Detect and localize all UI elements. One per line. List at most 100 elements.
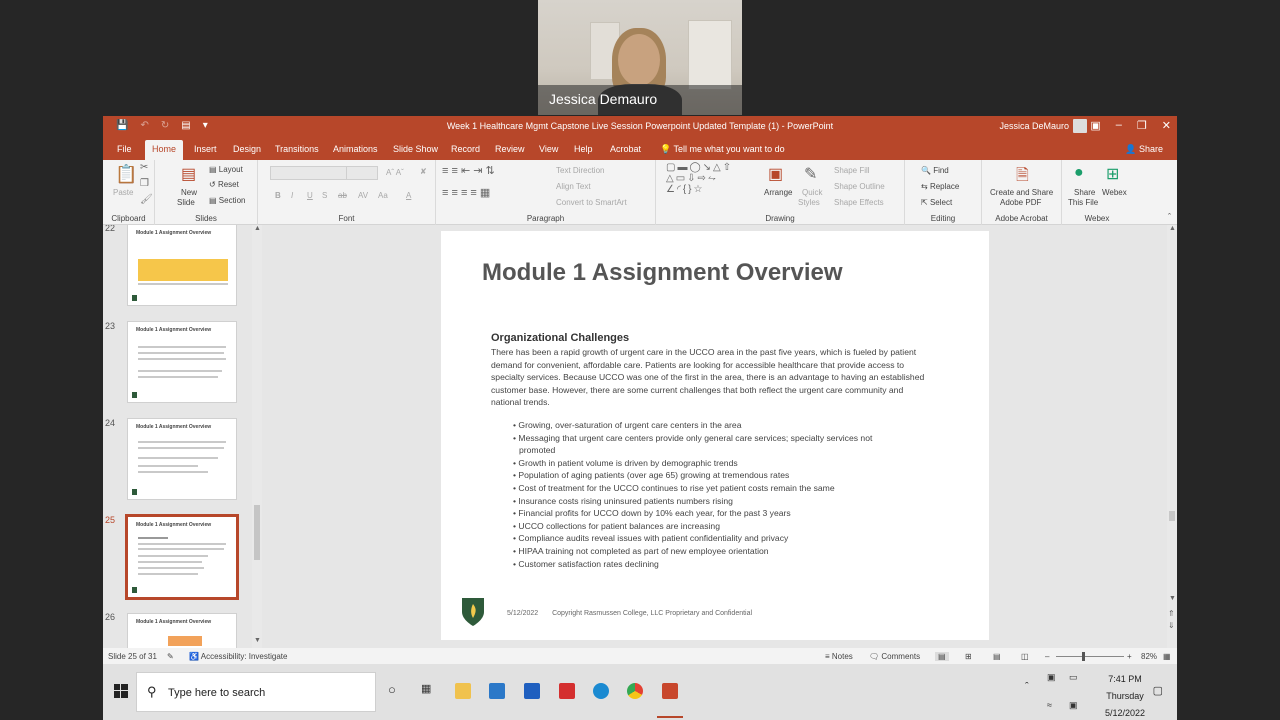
- zoom-level[interactable]: 82%: [1141, 652, 1157, 661]
- previous-slide-icon[interactable]: ⇑: [1168, 609, 1175, 618]
- strikethrough-button[interactable]: ab: [338, 191, 347, 200]
- text-direction-button[interactable]: Text Direction: [556, 166, 604, 175]
- taskbar-clock[interactable]: 7:41 PM Thursday 5/12/2022: [1105, 671, 1145, 720]
- arrange-button[interactable]: Arrange: [764, 188, 792, 197]
- tab-acrobat[interactable]: Acrobat: [610, 144, 641, 154]
- bold-button[interactable]: B: [275, 191, 281, 200]
- slide-thumbnail-24[interactable]: Module 1 Assignment Overview: [127, 418, 237, 500]
- system-tray-icon[interactable]: ▣: [1047, 672, 1056, 683]
- layout-button[interactable]: ▤ Layout: [209, 165, 243, 174]
- tab-design[interactable]: Design: [233, 144, 261, 154]
- edge-icon[interactable]: [593, 683, 609, 699]
- underline-button[interactable]: U: [307, 191, 313, 200]
- align-text-button[interactable]: Align Text: [556, 182, 591, 191]
- tab-insert[interactable]: Insert: [194, 144, 217, 154]
- copy-icon[interactable]: ❐: [140, 178, 149, 189]
- select-button[interactable]: ⇱ Select: [921, 198, 952, 207]
- windows-start-icon[interactable]: [114, 684, 128, 698]
- scroll-down-icon[interactable]: ▼: [254, 637, 261, 644]
- slide-paragraph[interactable]: There has been a rapid growth of urgent …: [491, 346, 935, 409]
- cortana-icon[interactable]: ○: [388, 682, 396, 697]
- slide-thumbnail-25-selected[interactable]: Module 1 Assignment Overview: [125, 514, 239, 600]
- new-slide-label-2[interactable]: Slide: [177, 198, 195, 207]
- paste-button[interactable]: Paste: [113, 188, 133, 197]
- scroll-up-icon[interactable]: ▲: [1169, 225, 1176, 232]
- slide-scrollbar[interactable]: ▲ ▼ ⇑ ⇓: [1167, 225, 1177, 648]
- battery-icon[interactable]: ▭: [1069, 672, 1078, 683]
- create-pdf-icon[interactable]: 🗎: [1016, 164, 1029, 191]
- accessibility-button[interactable]: ♿ Accessibility: Investigate: [189, 652, 287, 661]
- ribbon-display-icon[interactable]: ▣: [1090, 119, 1100, 132]
- account-name[interactable]: Jessica DeMauro: [999, 121, 1069, 131]
- close-icon[interactable]: ✕: [1162, 119, 1171, 132]
- minimize-icon[interactable]: –: [1116, 119, 1122, 132]
- current-slide[interactable]: Module 1 Assignment Overview Organizatio…: [441, 231, 989, 640]
- zoom-out-icon[interactable]: –: [1045, 652, 1049, 661]
- shapes-gallery-icon[interactable]: ▢▬◯↘△⇧ △▭⇩⇨⥊ ∠◜{}☆: [666, 162, 733, 195]
- char-spacing-button[interactable]: AV: [358, 191, 368, 200]
- thumbnail-scroll-thumb[interactable]: [254, 505, 260, 560]
- format-painter-icon[interactable]: 🖌: [140, 194, 153, 205]
- collapse-ribbon-icon[interactable]: ˆ: [1168, 212, 1171, 222]
- section-button[interactable]: ▤ Section: [209, 196, 245, 205]
- acrobat-icon[interactable]: [559, 683, 575, 699]
- quick-styles-label-1[interactable]: Quick: [802, 188, 822, 197]
- tab-view[interactable]: View: [539, 144, 558, 154]
- slide-thumbnail-23[interactable]: Module 1 Assignment Overview: [127, 321, 237, 403]
- bullets-icon[interactable]: ≡ ≡ ⇤ ⇥ ⇅: [442, 164, 495, 177]
- network-icon[interactable]: ≈: [1047, 700, 1052, 710]
- italic-button[interactable]: I: [291, 191, 293, 200]
- replace-button[interactable]: ⇆ Replace: [921, 182, 959, 191]
- shape-fill-button[interactable]: Shape Fill: [834, 166, 870, 175]
- font-size-box[interactable]: [346, 166, 378, 180]
- share-this-file-label-1[interactable]: Share: [1074, 188, 1095, 197]
- tab-home[interactable]: Home: [145, 140, 184, 160]
- zoom-in-icon[interactable]: +: [1127, 652, 1132, 661]
- webex-button[interactable]: Webex: [1102, 188, 1127, 197]
- reset-button[interactable]: ↺ Reset: [209, 180, 239, 189]
- slide-thumbnail-26[interactable]: Module 1 Assignment Overview: [127, 613, 237, 648]
- slide-sorter-icon[interactable]: ⊞: [965, 652, 972, 661]
- zoom-slider-thumb[interactable]: [1082, 652, 1085, 661]
- scroll-up-icon[interactable]: ▲: [254, 225, 261, 232]
- file-explorer-icon[interactable]: [455, 683, 471, 699]
- find-button[interactable]: 🔍 Find: [921, 166, 949, 175]
- clear-format-icon[interactable]: ✘: [420, 167, 427, 176]
- next-slide-icon[interactable]: ⇓: [1168, 621, 1175, 630]
- notes-button[interactable]: ≡ Notes: [825, 652, 853, 661]
- fit-to-window-icon[interactable]: ▦: [1163, 652, 1171, 661]
- change-case-button[interactable]: Aa: [378, 191, 388, 200]
- tab-slide-show[interactable]: Slide Show: [393, 144, 438, 154]
- show-hidden-icons[interactable]: ˆ: [1025, 681, 1029, 693]
- new-slide-icon[interactable]: ▤: [181, 164, 196, 184]
- tab-animations[interactable]: Animations: [333, 144, 378, 154]
- increase-font-icon[interactable]: Aˆ Aˇ: [386, 168, 404, 177]
- tab-file[interactable]: File: [117, 144, 132, 154]
- smartart-button[interactable]: Convert to SmartArt: [556, 198, 627, 207]
- tab-record[interactable]: Record: [451, 144, 480, 154]
- slide-subtitle[interactable]: Organizational Challenges: [491, 332, 629, 344]
- comments-button[interactable]: 🗨 Comments: [869, 652, 920, 661]
- slide-scroll-thumb[interactable]: [1169, 511, 1175, 521]
- tab-review[interactable]: Review: [495, 144, 525, 154]
- notifications-icon[interactable]: ▢: [1153, 684, 1163, 697]
- slide-thumbnail-pane[interactable]: 22 Module 1 Assignment Overview 23 Modul…: [103, 225, 263, 648]
- arrange-icon[interactable]: ▣: [768, 164, 783, 184]
- tab-transitions[interactable]: Transitions: [275, 144, 319, 154]
- new-slide-label-1[interactable]: New: [181, 188, 197, 197]
- normal-view-icon[interactable]: ▤: [935, 652, 949, 661]
- slideshow-view-icon[interactable]: ◫: [1021, 652, 1029, 661]
- share-this-file-label-2[interactable]: This File: [1068, 198, 1098, 207]
- quick-styles-label-2[interactable]: Styles: [798, 198, 820, 207]
- cut-icon[interactable]: ✂: [140, 162, 148, 173]
- tab-help[interactable]: Help: [574, 144, 593, 154]
- shadow-button[interactable]: S: [322, 191, 327, 200]
- zoom-slider[interactable]: [1056, 656, 1124, 657]
- mail-icon[interactable]: [489, 683, 505, 699]
- scroll-down-icon[interactable]: ▼: [1169, 595, 1176, 602]
- shape-outline-button[interactable]: Shape Outline: [834, 182, 885, 191]
- webex-tray-icon[interactable]: ▣: [1069, 700, 1078, 711]
- shape-effects-button[interactable]: Shape Effects: [834, 198, 884, 207]
- spelling-icon[interactable]: ✎: [167, 652, 174, 661]
- slide-title[interactable]: Module 1 Assignment Overview: [482, 259, 843, 287]
